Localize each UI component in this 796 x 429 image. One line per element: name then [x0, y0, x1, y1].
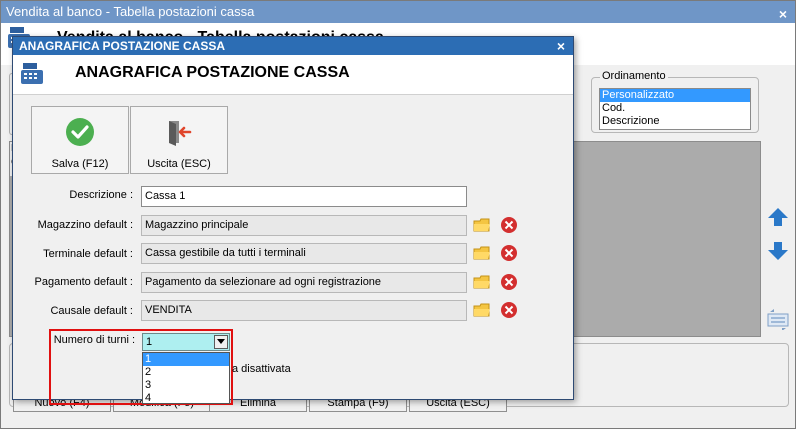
magazzino-field: Magazzino principale	[141, 215, 467, 236]
dropdown-arrow-icon[interactable]	[214, 335, 228, 349]
delete-icon	[500, 301, 518, 322]
sort-button[interactable]	[765, 307, 791, 333]
descrizione-label: Descrizione :	[69, 189, 133, 201]
dialog-header: ANAGRAFICA POSTAZIONE CASSA	[13, 55, 573, 95]
turni-option[interactable]: 1	[143, 353, 229, 366]
terminale-field: Cassa gestibile da tutti i terminali	[141, 243, 467, 264]
delete-icon	[500, 273, 518, 294]
terminale-clear-button[interactable]	[498, 243, 520, 265]
save-label: Salva (F12)	[51, 158, 109, 170]
checkmark-icon	[65, 117, 95, 150]
turni-option[interactable]: 4	[143, 392, 229, 405]
ordinamento-group: Ordinamento Personalizzato Cod. Descrizi…	[591, 70, 759, 133]
exit-door-icon	[164, 117, 194, 150]
disattivata-checkbox-label[interactable]: a disattivata	[232, 363, 291, 375]
move-down-button[interactable]	[765, 239, 791, 265]
delete-icon	[500, 244, 518, 265]
causale-label: Causale default :	[50, 305, 133, 317]
window-title: Vendita al banco - Tabella postazioni ca…	[6, 4, 255, 19]
turni-label: Numero di turni :	[53, 334, 135, 346]
dialog-heading: ANAGRAFICA POSTAZIONE CASSA	[75, 64, 350, 81]
causale-browse-button[interactable]	[471, 300, 493, 322]
terminale-label: Terminale default :	[43, 248, 133, 260]
pagamento-field: Pagamento da selezionare ad ogni registr…	[141, 272, 467, 293]
close-icon[interactable]: ×	[557, 37, 565, 55]
turni-value: 1	[146, 336, 153, 348]
ordinamento-option[interactable]: Cod.	[600, 102, 750, 115]
arrow-up-icon	[767, 206, 789, 231]
delete-icon	[500, 216, 518, 237]
causale-clear-button[interactable]	[498, 300, 520, 322]
descrizione-field[interactable]: Cassa 1	[141, 186, 467, 207]
sort-icon	[766, 308, 790, 333]
folder-icon	[473, 274, 491, 293]
turni-options-list[interactable]: 1 2 3 4	[142, 352, 230, 404]
pagamento-browse-button[interactable]	[471, 272, 493, 294]
pagamento-label: Pagamento default :	[34, 276, 133, 288]
pagamento-clear-button[interactable]	[498, 272, 520, 294]
turni-option[interactable]: 2	[143, 366, 229, 379]
save-button[interactable]: Salva (F12)	[31, 106, 129, 174]
causale-field: VENDITA	[141, 300, 467, 321]
magazzino-label: Magazzino default :	[37, 219, 133, 231]
turni-dropdown[interactable]: 1	[142, 333, 230, 351]
move-up-button[interactable]	[765, 205, 791, 231]
folder-icon	[473, 217, 491, 236]
window-title-bar: Vendita al banco - Tabella postazioni ca…	[1, 1, 795, 23]
ordinamento-list[interactable]: Personalizzato Cod. Descrizione	[599, 88, 751, 130]
exit-label: Uscita (ESC)	[147, 158, 211, 170]
ordinamento-legend: Ordinamento	[600, 70, 668, 82]
dialog-title: ANAGRAFICA POSTAZIONE CASSA	[19, 39, 226, 53]
close-icon[interactable]: ×	[779, 3, 787, 25]
ordinamento-option[interactable]: Descrizione	[600, 115, 750, 128]
cash-register-icon	[20, 61, 46, 90]
terminale-browse-button[interactable]	[471, 243, 493, 265]
dialog-title-bar: ANAGRAFICA POSTAZIONE CASSA ×	[13, 37, 573, 55]
anagrafica-dialog: ANAGRAFICA POSTAZIONE CASSA × ANAGRAFICA…	[12, 36, 574, 405]
folder-icon	[473, 302, 491, 321]
arrow-down-icon	[767, 240, 789, 265]
magazzino-clear-button[interactable]	[498, 215, 520, 237]
magazzino-browse-button[interactable]	[471, 215, 493, 237]
ordinamento-option[interactable]: Personalizzato	[600, 89, 750, 102]
exit-button[interactable]: Uscita (ESC)	[130, 106, 228, 174]
turni-option[interactable]: 3	[143, 379, 229, 392]
folder-icon	[473, 245, 491, 264]
